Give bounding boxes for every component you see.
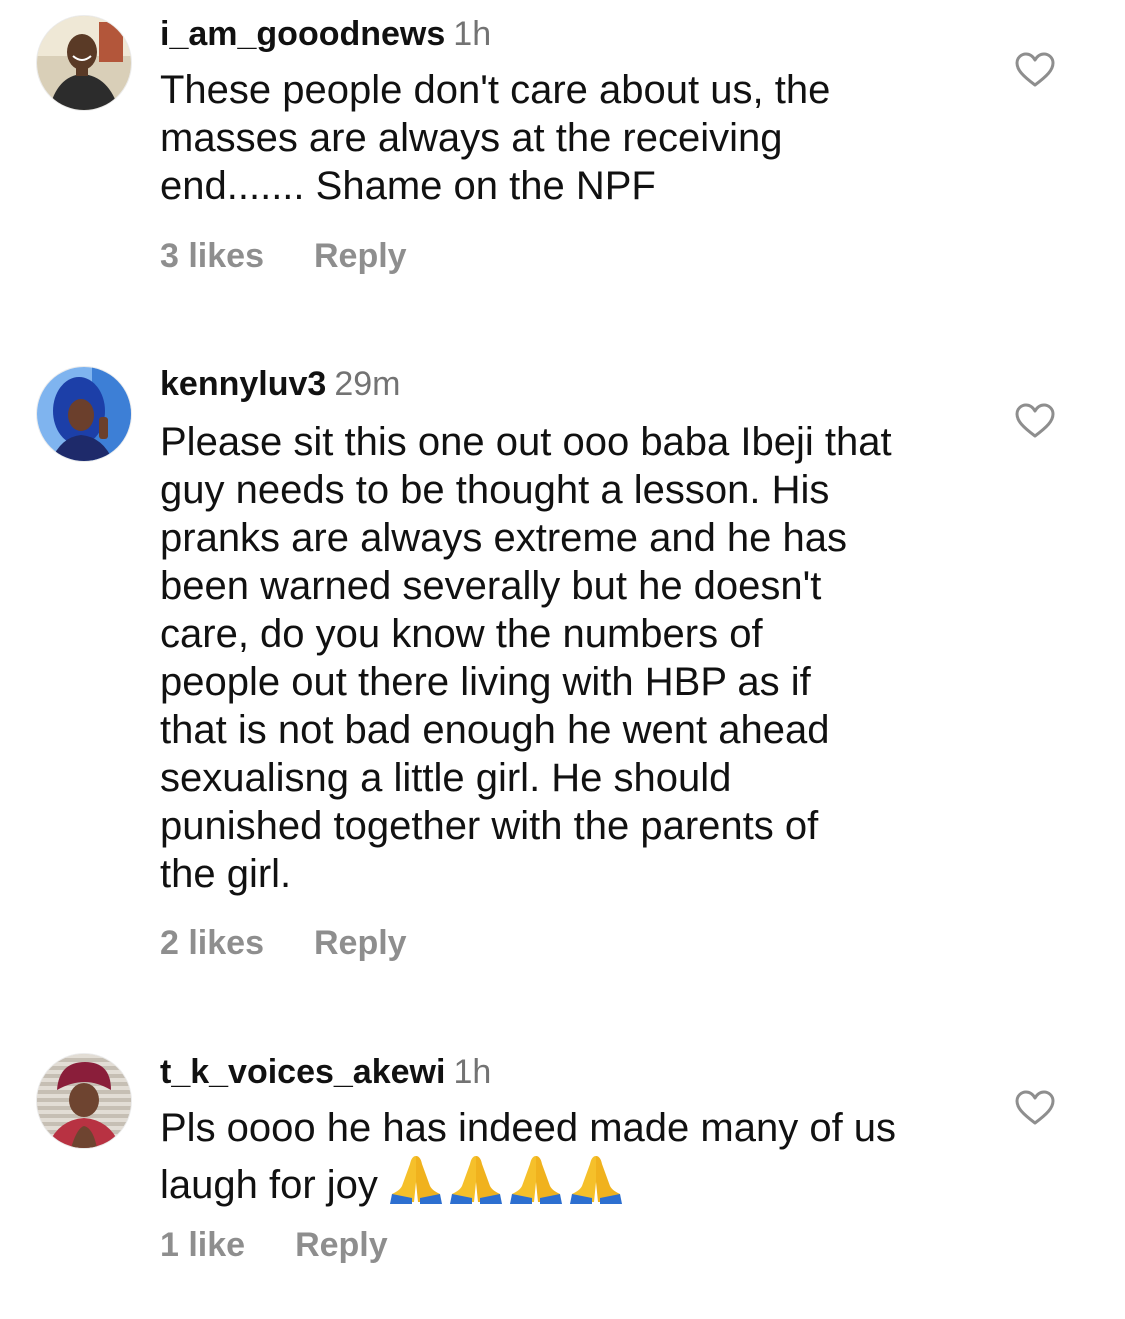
username[interactable]: i_am_gooodnews	[160, 15, 445, 53]
folded-hands-icon	[508, 1152, 564, 1204]
username[interactable]: t_k_voices_akewi	[160, 1053, 445, 1091]
reply-button[interactable]: Reply	[314, 923, 407, 963]
comment-text: These people don't care about us, the ma…	[160, 66, 980, 210]
comment-line: that is not bad enough he went ahead	[160, 708, 830, 752]
likes-count[interactable]: 2 likes	[160, 923, 264, 963]
comment-line: Please sit this one out ooo baba Ibeji t…	[160, 420, 892, 464]
comment-meta: 1 like Reply	[160, 1225, 388, 1265]
comment-time: 1h	[453, 1053, 492, 1091]
folded-hands-icon	[568, 1152, 624, 1204]
comment-header: kennyluv3 29m	[160, 364, 400, 404]
avatar[interactable]	[37, 367, 131, 461]
reply-button[interactable]: Reply	[295, 1225, 388, 1265]
comment-line: sexualisng a little girl. He should	[160, 756, 732, 800]
emoji-row	[388, 1152, 628, 1215]
comment-line: guy needs to be thought a lesson. His	[160, 468, 830, 512]
comment-line: These people don't care about us, the	[160, 68, 831, 112]
comment-line: Pls oooo he has indeed made many of us	[160, 1106, 897, 1150]
heart-outline-icon[interactable]	[1015, 403, 1055, 439]
avatar[interactable]	[37, 1054, 131, 1148]
comment-line: care, do you know the numbers of	[160, 612, 763, 656]
comment-time: 29m	[334, 365, 401, 403]
folded-hands-icon	[388, 1152, 444, 1204]
comment-text: Pls oooo he has indeed made many of us l…	[160, 1104, 980, 1215]
comment-meta: 2 likes Reply	[160, 923, 407, 963]
avatar-woman-blue-hair-icon	[37, 367, 131, 461]
comment-line-text: laugh for joy	[160, 1163, 378, 1207]
comment-line: been warned severally but he doesn't	[160, 564, 822, 608]
comment-line: the girl.	[160, 852, 292, 896]
avatar-woman-headwrap-icon	[37, 1054, 131, 1148]
comment-header: i_am_gooodnews 1h	[160, 14, 491, 54]
heart-outline-icon[interactable]	[1015, 52, 1055, 88]
folded-hands-icon	[448, 1152, 504, 1204]
comment-item: kennyluv3 29m Please sit this one out ooo…	[0, 350, 1125, 1000]
likes-count[interactable]: 1 like	[160, 1225, 245, 1265]
comment-line: laugh for joy	[160, 1152, 980, 1215]
comment-line: pranks are always extreme and he has	[160, 516, 848, 560]
comment-line: end....... Shame on the NPF	[160, 164, 656, 208]
comment-header: t_k_voices_akewi 1h	[160, 1052, 491, 1092]
comment-time: 1h	[453, 15, 492, 53]
comment-meta: 3 likes Reply	[160, 236, 407, 276]
avatar[interactable]	[37, 16, 131, 110]
comment-text: Please sit this one out ooo baba Ibeji t…	[160, 418, 980, 898]
reply-button[interactable]: Reply	[314, 236, 407, 276]
avatar-man-smiling-icon	[37, 16, 131, 110]
comment-item: t_k_voices_akewi 1h Pls oooo he has indee…	[0, 1038, 1125, 1319]
comment-line: punished together with the parents of	[160, 804, 819, 848]
comment-item: i_am_gooodnews 1h These people don't care…	[0, 0, 1125, 320]
username[interactable]: kennyluv3	[160, 365, 326, 403]
heart-outline-icon[interactable]	[1015, 1090, 1055, 1126]
comment-line: people out there living with HBP as if	[160, 660, 811, 704]
comment-line: masses are always at the receiving	[160, 116, 783, 160]
likes-count[interactable]: 3 likes	[160, 236, 264, 276]
